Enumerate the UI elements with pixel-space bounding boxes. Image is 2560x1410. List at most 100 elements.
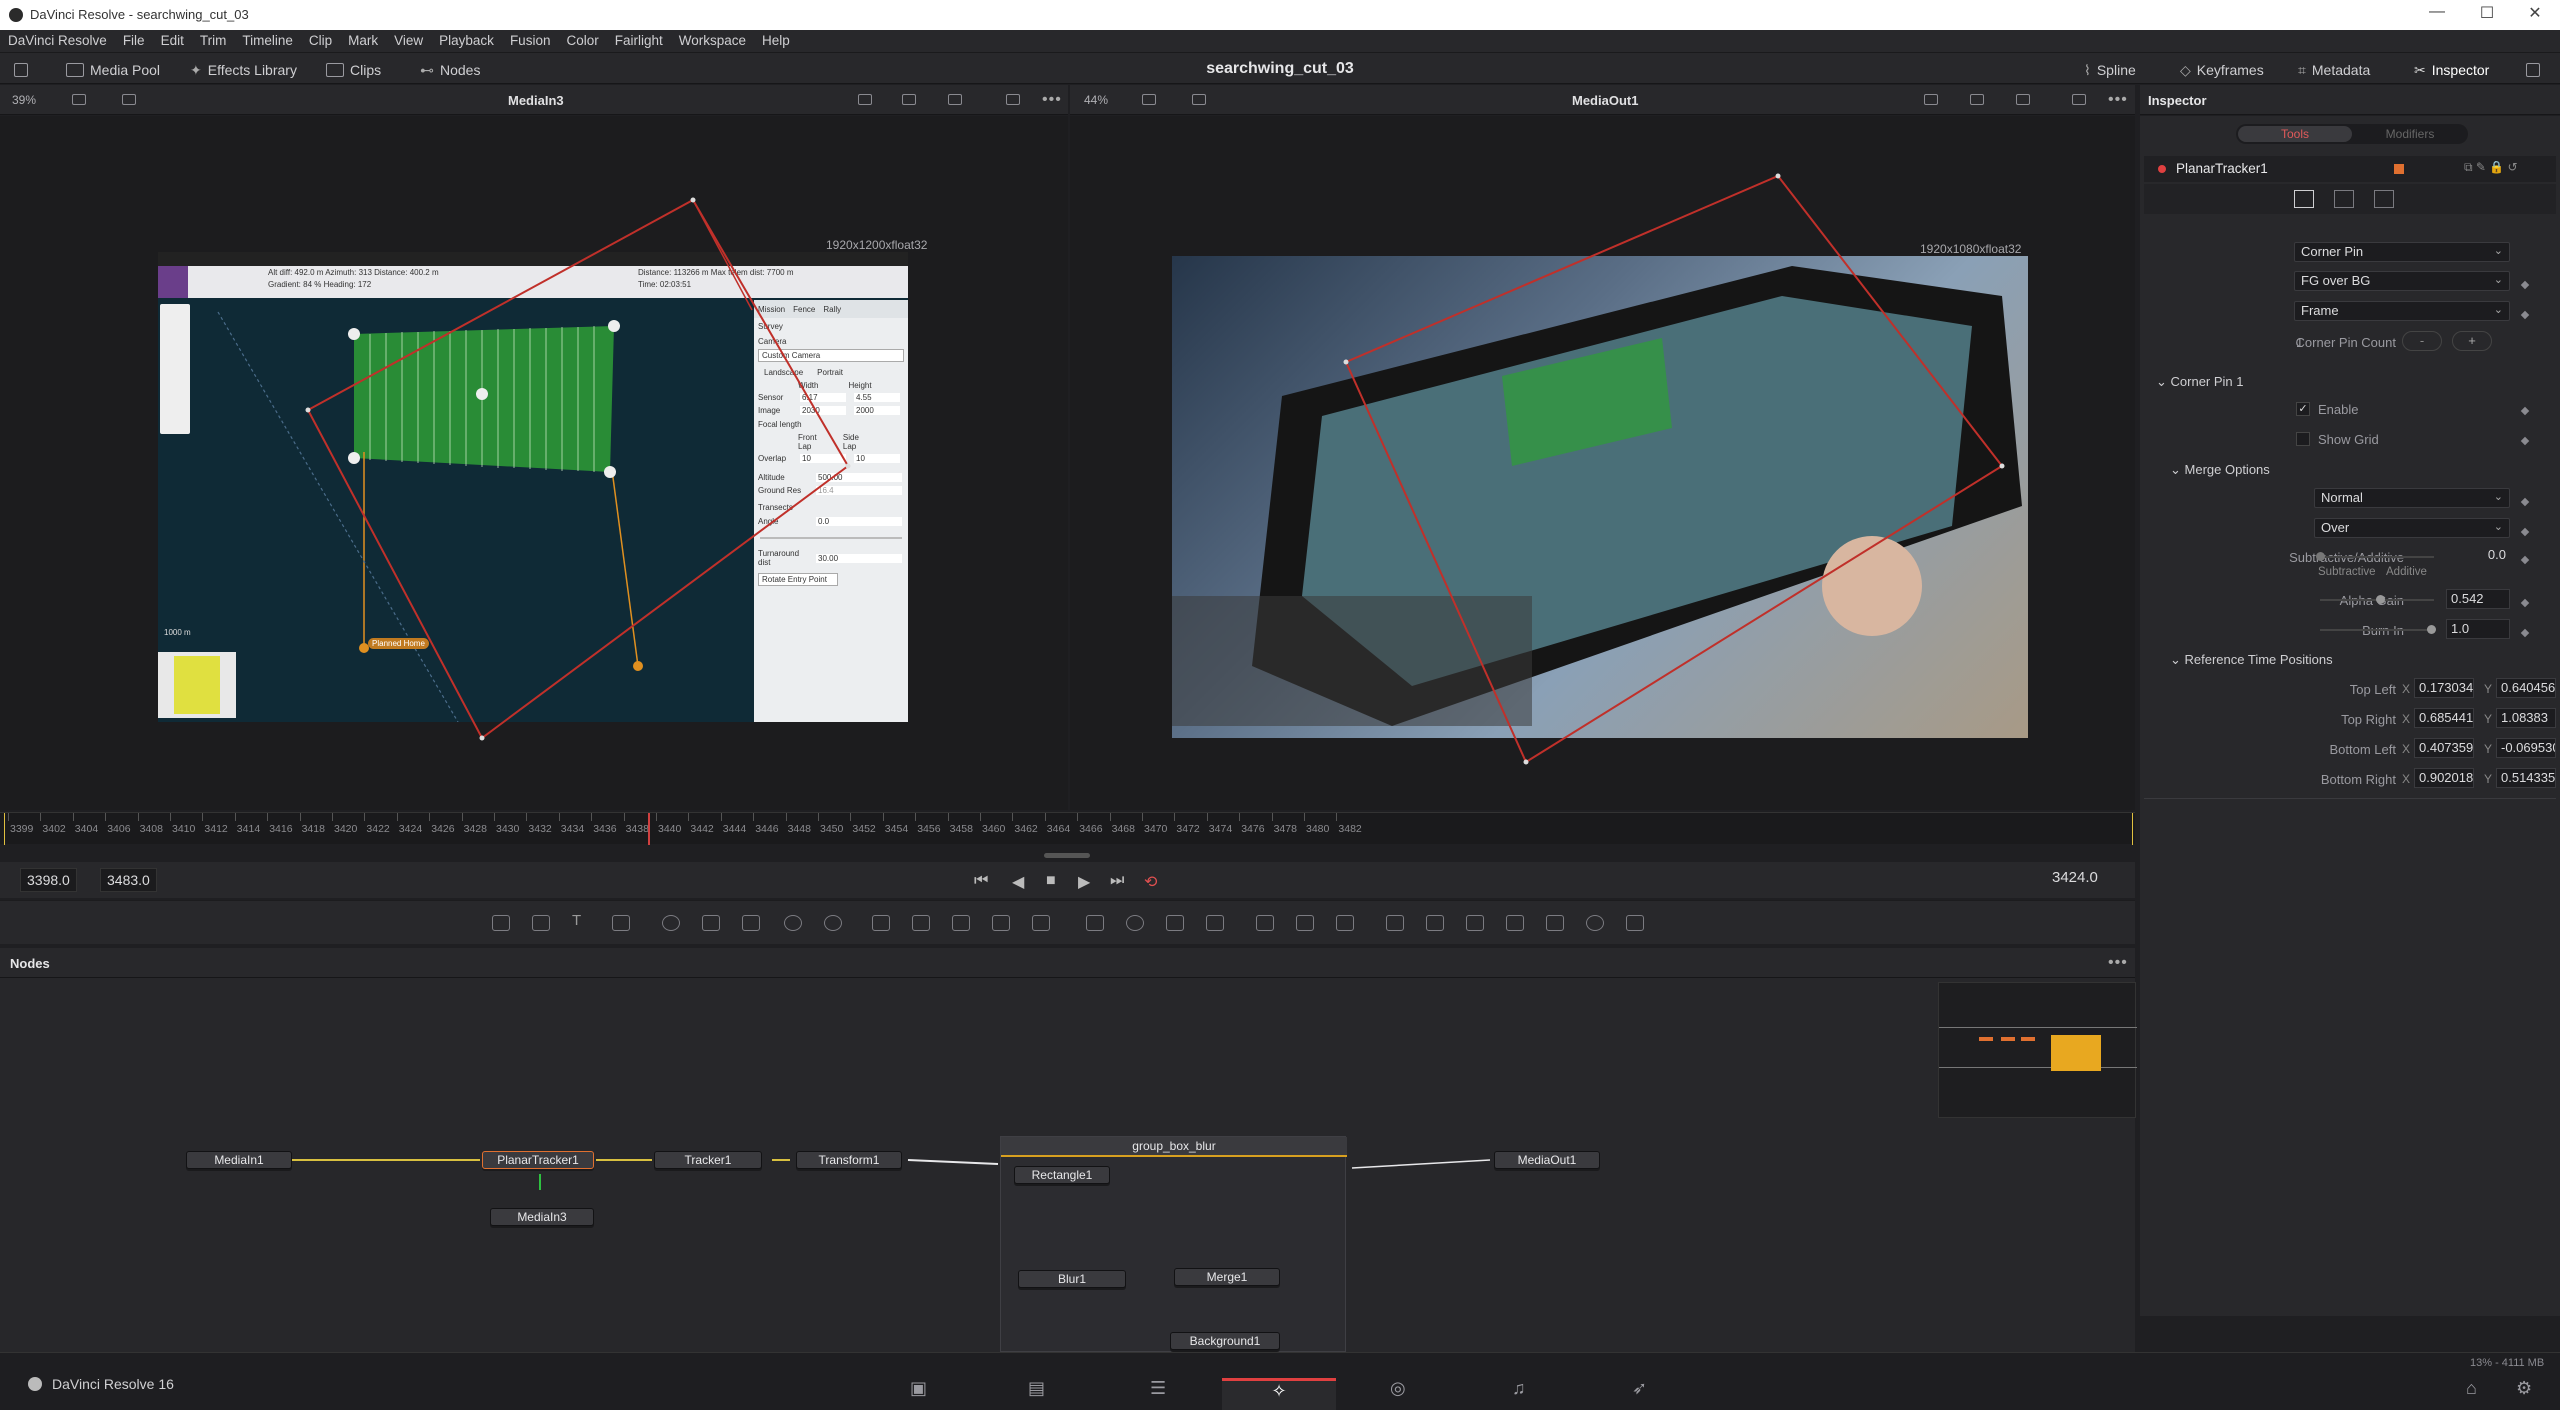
keyframe-icon[interactable] xyxy=(2520,497,2530,507)
home-icon[interactable]: ⌂ xyxy=(2466,1378,2477,1399)
bottom-right-x[interactable]: 0.902018 xyxy=(2414,768,2474,788)
rectangle-mask-icon[interactable] xyxy=(1086,915,1104,931)
minimize-button[interactable]: — xyxy=(2414,3,2460,27)
top-left-x[interactable]: 0.173034 xyxy=(2414,678,2474,698)
keyframe-icon[interactable] xyxy=(2520,406,2530,416)
shape-3d-icon[interactable] xyxy=(1426,915,1444,931)
menu-help[interactable]: Help xyxy=(754,30,798,52)
menu-timeline[interactable]: Timeline xyxy=(234,30,301,52)
text-tool-icon[interactable]: T xyxy=(572,912,590,929)
controls-tab-icon[interactable] xyxy=(2294,190,2314,208)
keyframe-icon[interactable] xyxy=(2520,280,2530,290)
node-transform1[interactable]: Transform1 xyxy=(796,1151,902,1169)
color-page-icon[interactable]: ◎ xyxy=(1390,1378,1406,1399)
metadata-button[interactable]: ⌗ Metadata xyxy=(2298,59,2370,81)
viewer-right-zoom[interactable]: 44% xyxy=(1084,93,1108,107)
renderer-3d-icon[interactable] xyxy=(1626,915,1644,931)
keyframe-icon[interactable] xyxy=(2520,436,2530,446)
top-right-y[interactable]: 1.08383 xyxy=(2496,708,2556,728)
merge-mode-select[interactable]: FG over BG ⌄ xyxy=(2294,271,2510,291)
particle-render-icon[interactable] xyxy=(1296,915,1314,931)
keyframe-icon[interactable] xyxy=(2520,628,2530,638)
node-mediaout1[interactable]: MediaOut1 xyxy=(1494,1151,1600,1169)
burn-in-value[interactable]: 1.0 xyxy=(2446,619,2510,639)
render-start-field[interactable]: 3398.0 xyxy=(20,868,77,892)
viewer-layout-icon[interactable] xyxy=(72,94,86,105)
media-pool-button[interactable]: Media Pool xyxy=(66,59,160,81)
settings-tab-icon[interactable] xyxy=(2374,190,2394,208)
corner-pin-minus-button[interactable]: - xyxy=(2402,331,2442,351)
ellipse-mask-icon[interactable] xyxy=(1126,915,1144,931)
play-reverse-icon[interactable]: ◀ xyxy=(1012,872,1024,892)
out-point-marker[interactable] xyxy=(2132,813,2133,845)
show-grid-checkbox[interactable] xyxy=(2296,432,2310,446)
resize-tool-icon[interactable] xyxy=(992,915,1010,931)
go-to-start-icon[interactable]: ⏮ xyxy=(974,872,988,890)
nodes-more-icon[interactable]: ••• xyxy=(2108,954,2128,972)
point-force-icon[interactable] xyxy=(1336,915,1354,931)
timeline-ruler[interactable]: 3399 3402 3404 3406 3408 3410 3412 3414 3416 3418… xyxy=(0,812,2135,845)
timeline-scroll-handle[interactable] xyxy=(1044,853,1090,858)
keyframe-icon[interactable] xyxy=(2520,555,2530,565)
clipping-mode-select[interactable]: Frame ⌄ xyxy=(2294,301,2510,321)
apply-mode-select[interactable]: Normal ⌄ xyxy=(2314,488,2510,508)
tab-modifiers[interactable]: Modifiers xyxy=(2354,126,2466,142)
bottom-left-x[interactable]: 0.407359 xyxy=(2414,738,2474,758)
menu-color[interactable]: Color xyxy=(558,30,606,52)
merge-options-section[interactable]: ⌄ Merge Options xyxy=(2170,462,2270,478)
ref-time-section[interactable]: ⌄ Reference Time Positions xyxy=(2170,652,2333,668)
burn-in-slider[interactable] xyxy=(2320,629,2434,631)
node-merge1[interactable]: Merge1 xyxy=(1174,1268,1280,1286)
top-right-x[interactable]: 0.685441 xyxy=(2414,708,2474,728)
inspector-button[interactable]: ✂ Inspector xyxy=(2414,59,2489,81)
viewer-lut-icon[interactable] xyxy=(122,94,136,105)
matte-control-tool-icon[interactable] xyxy=(952,915,970,931)
menu-edit[interactable]: Edit xyxy=(153,30,192,52)
viewer-right-grid-icon[interactable] xyxy=(2016,94,2030,105)
color-correct-tool-icon[interactable] xyxy=(784,915,802,931)
node-editor[interactable]: MediaIn1 PlanarTracker1 MediaIn3 Tracker… xyxy=(0,978,2137,1352)
close-button[interactable]: ✕ xyxy=(2512,3,2558,27)
operator-select[interactable]: Over ⌄ xyxy=(2314,518,2510,538)
transform-tool-icon[interactable] xyxy=(1032,915,1050,931)
keyframe-icon[interactable] xyxy=(2520,598,2530,608)
fairlight-page-icon[interactable]: ♫ xyxy=(1512,1378,1526,1399)
settings-gear-icon[interactable]: ⚙ xyxy=(2516,1378,2532,1399)
viewer-fit-icon[interactable] xyxy=(1006,94,1020,105)
node-color-icon[interactable] xyxy=(2394,164,2404,174)
node-background1[interactable]: Background1 xyxy=(1170,1332,1280,1350)
merge-3d-icon[interactable] xyxy=(1506,915,1524,931)
node-mediain1[interactable]: MediaIn1 xyxy=(186,1151,292,1169)
menu-fairlight[interactable]: Fairlight xyxy=(607,30,671,52)
go-to-end-icon[interactable]: ⏭ xyxy=(1110,872,1124,890)
viewer-right-lut-icon[interactable] xyxy=(1192,94,1206,105)
node-planartracker1[interactable]: PlanarTracker1 xyxy=(482,1151,594,1169)
stop-icon[interactable]: ■ xyxy=(1046,872,1056,890)
keyframe-icon[interactable] xyxy=(2520,310,2530,320)
corner-pin-section[interactable]: ⌄ Corner Pin 1 xyxy=(2156,374,2244,390)
maximize-button[interactable]: ☐ xyxy=(2464,3,2510,27)
color-curves-tool-icon[interactable] xyxy=(742,915,760,931)
panel-toggle-button[interactable] xyxy=(14,59,28,81)
current-frame-field[interactable]: 3424.0 xyxy=(2046,866,2104,890)
menu-playback[interactable]: Playback xyxy=(431,30,502,52)
operation-mode-select[interactable]: Corner Pin ⌄ xyxy=(2294,242,2510,262)
node-rectangle1[interactable]: Rectangle1 xyxy=(1014,1166,1110,1184)
polygon-mask-icon[interactable] xyxy=(1166,915,1184,931)
keyframe-icon[interactable] xyxy=(2520,527,2530,537)
menu-mark[interactable]: Mark xyxy=(340,30,386,52)
menu-fusion[interactable]: Fusion xyxy=(502,30,559,52)
edit-page-icon[interactable]: ☰ xyxy=(1150,1378,1166,1399)
node-tracker1[interactable]: Tracker1 xyxy=(654,1151,762,1169)
nodes-button[interactable]: ⊷ Nodes xyxy=(420,59,480,81)
node-blur1[interactable]: Blur1 xyxy=(1018,1270,1126,1288)
particle-emitter-icon[interactable] xyxy=(1256,915,1274,931)
enable-checkbox[interactable]: ✓ xyxy=(2296,402,2310,416)
slider-handle[interactable] xyxy=(2376,595,2385,604)
viewer-left[interactable]: 1920x1200xfloat32 Alt diff: 492.0 m Azim… xyxy=(0,116,1068,810)
viewer-right-layout-icon[interactable] xyxy=(1142,94,1156,105)
bottom-left-y[interactable]: -0.069530 xyxy=(2496,738,2556,758)
merge-tool-icon[interactable] xyxy=(872,915,890,931)
background-tool-icon[interactable] xyxy=(492,915,510,931)
paint-tab-icon[interactable] xyxy=(2334,190,2354,208)
